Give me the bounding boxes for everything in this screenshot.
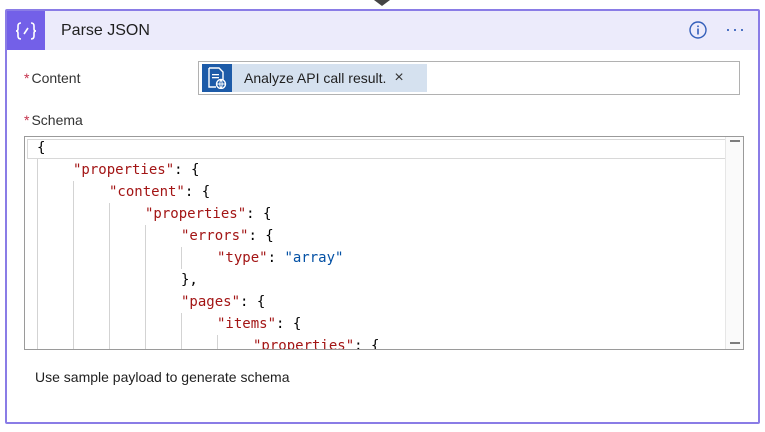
indent-guide bbox=[37, 159, 38, 349]
code-line: }, bbox=[181, 272, 198, 288]
required-marker: * bbox=[24, 112, 30, 128]
indent-guide bbox=[181, 313, 182, 349]
code-line: "items": { bbox=[217, 316, 302, 332]
content-input[interactable]: Analyze API call result. × bbox=[198, 61, 740, 95]
indent-guide bbox=[217, 335, 218, 349]
schema-label-text: Schema bbox=[31, 112, 83, 128]
connector-arrow-icon bbox=[374, 0, 390, 6]
editor-scrollbar[interactable] bbox=[725, 137, 743, 349]
scrollbar-bottom-marker bbox=[730, 342, 740, 344]
action-title: Parse JSON bbox=[61, 22, 150, 39]
info-icon[interactable] bbox=[689, 21, 707, 39]
code-line: { bbox=[37, 140, 46, 156]
schema-label: * Schema bbox=[24, 112, 83, 128]
scrollbar-top-marker bbox=[730, 140, 740, 142]
current-line-highlight bbox=[27, 139, 726, 159]
code-line: "type": "array" bbox=[217, 250, 344, 266]
indent-guide bbox=[145, 225, 146, 349]
code-line: "properties": { bbox=[73, 162, 200, 178]
code-line: "properties": { bbox=[253, 338, 380, 350]
more-options-icon[interactable]: ··· bbox=[725, 19, 746, 39]
indent-guide bbox=[73, 181, 74, 349]
parse-json-action-card: Parse JSON ··· * Content Analyze API cal… bbox=[5, 9, 760, 424]
token-label: Analyze API call result. bbox=[244, 70, 387, 86]
content-label: * Content bbox=[24, 70, 81, 86]
action-header[interactable]: Parse JSON ··· bbox=[7, 11, 758, 50]
code-line: "content": { bbox=[109, 184, 211, 200]
dynamic-content-token[interactable]: Analyze API call result. × bbox=[202, 64, 427, 92]
required-marker: * bbox=[24, 70, 30, 86]
code-line: "errors": { bbox=[181, 228, 274, 244]
indent-guide bbox=[109, 203, 110, 349]
code-line: "properties": { bbox=[145, 206, 272, 222]
braces-icon bbox=[7, 11, 45, 50]
use-sample-payload-link[interactable]: Use sample payload to generate schema bbox=[35, 369, 289, 385]
token-remove-button[interactable]: × bbox=[394, 69, 403, 87]
indent-guide bbox=[181, 247, 182, 269]
content-label-text: Content bbox=[31, 70, 81, 86]
code-line: "pages": { bbox=[181, 294, 266, 310]
schema-code-editor[interactable]: { "properties": { "content": { "properti… bbox=[24, 136, 744, 350]
document-api-icon bbox=[202, 64, 232, 92]
